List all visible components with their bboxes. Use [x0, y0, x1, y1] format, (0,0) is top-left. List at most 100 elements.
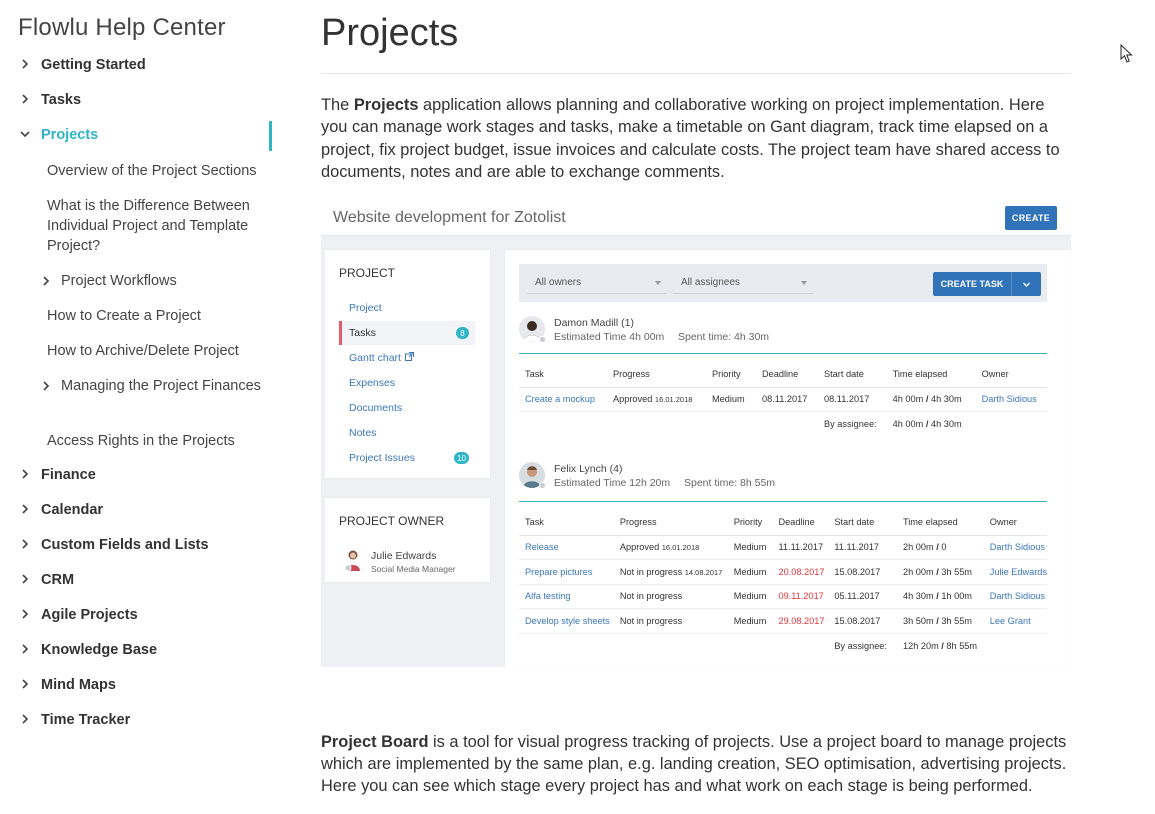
- task-time-elapsed: 4h 30m / 1h 00m: [896, 584, 984, 609]
- task-owner-link[interactable]: Julie Edwards: [983, 559, 1047, 585]
- sidebar-subitem-workflows[interactable]: Project Workflows: [0, 262, 290, 297]
- task-progress: Not in progress: [613, 608, 728, 634]
- sidebar-item-projects[interactable]: Projects: [0, 117, 290, 152]
- sidebar-item-getting-started[interactable]: Getting Started: [0, 47, 290, 82]
- help-center-title[interactable]: Flowlu Help Center: [18, 14, 226, 42]
- sidebar-subitem-label: How to Archive/Delete Project: [47, 343, 239, 359]
- task-owner-link[interactable]: Lee Grant: [983, 608, 1047, 634]
- menu-item-expenses[interactable]: Expenses: [339, 371, 475, 395]
- task-time-elapsed: 3h 50m / 3h 55m: [896, 608, 984, 634]
- sidebar-item-calendar[interactable]: Calendar: [0, 492, 290, 527]
- task-start-date: 08.11.2017: [818, 387, 887, 412]
- sidebar-item-label: CRM: [41, 572, 75, 588]
- menu-item-project[interactable]: Project: [339, 296, 475, 320]
- task-owner-link[interactable]: Darth Sidious: [983, 535, 1047, 560]
- task-priority: Medium: [727, 584, 773, 609]
- menu-item-gantt-chart[interactable]: Gantt chart: [339, 346, 475, 370]
- estimated-time: Estimated Time 12h 20m: [554, 477, 671, 489]
- menu-item-label: Notes: [349, 427, 377, 439]
- task-link[interactable]: Develop style sheets: [519, 608, 614, 634]
- task-link[interactable]: Prepare pictures: [519, 559, 614, 585]
- menu-item-label: Documents: [349, 402, 403, 414]
- task-progress: Not in progress: [613, 584, 728, 609]
- col-deadline: Deadline: [756, 362, 818, 388]
- menu-item-project-issues[interactable]: Project Issues 10: [339, 446, 475, 470]
- projects-screenshot: Website development for Zotolist CREATE …: [321, 198, 1071, 667]
- chevron-right-icon: [40, 379, 52, 397]
- col-time-elapsed: Time elapsed: [896, 510, 984, 536]
- sidebar-item-label: Time Tracker: [41, 712, 131, 728]
- menu-item-tasks[interactable]: Tasks 8: [339, 321, 475, 345]
- assignee-total-time: 4h 00m / 4h 30m: [892, 419, 962, 429]
- elapsed-planned: 3h 55m: [941, 566, 972, 577]
- chevron-right-icon: [19, 468, 31, 480]
- menu-item-label: Project: [349, 302, 382, 314]
- sidebar-nav: Getting Started Tasks Projects Overview …: [0, 47, 290, 737]
- assignees-filter-select[interactable]: All assignees: [673, 272, 813, 294]
- task-owner-link[interactable]: Darth Sidious: [983, 584, 1047, 609]
- col-priority: Priority: [706, 362, 756, 388]
- sidebar-item-label: Mind Maps: [41, 677, 116, 693]
- sidebar-subitem-create-project[interactable]: How to Create a Project: [0, 297, 290, 332]
- task-link[interactable]: Release: [519, 535, 614, 560]
- sidebar-item-tasks[interactable]: Tasks: [0, 82, 290, 117]
- by-assignee-label: By assignee:: [834, 640, 887, 651]
- task-start-date: 11.11.2017: [828, 535, 897, 560]
- elapsed-actual: 2h 00m: [902, 566, 934, 577]
- sidebar-item-mind-maps[interactable]: Mind Maps: [0, 667, 290, 702]
- progress-status: Not in progress: [619, 615, 683, 626]
- intro-text-bold: Projects: [353, 96, 419, 114]
- create-button[interactable]: CREATE: [1005, 206, 1057, 230]
- menu-item-documents[interactable]: Documents: [339, 396, 475, 420]
- sidebar-item-label: Getting Started: [41, 57, 146, 73]
- sidebar-subitem-label: What is the Difference Between Individua…: [47, 198, 250, 254]
- sidebar-item-label: Custom Fields and Lists: [41, 537, 209, 553]
- caret-down-icon: [655, 281, 661, 285]
- elapsed-actual: 2h 00m: [902, 542, 934, 553]
- table-summary-row: By assignee: 4h 00m / 4h 30m: [519, 412, 1047, 437]
- chevron-down-icon[interactable]: [1012, 280, 1041, 289]
- spent-time: Spent time: 8h 55m: [684, 477, 776, 489]
- col-start-date: Start date: [828, 510, 897, 536]
- sidebar-item-finance[interactable]: Finance: [0, 457, 290, 492]
- sidebar-subitem-access-rights[interactable]: Access Rights in the Projects: [0, 422, 290, 457]
- screenshot-project-title: Website development for Zotolist: [333, 209, 566, 226]
- col-start-date: Start date: [818, 362, 887, 388]
- col-progress: Progress: [613, 510, 728, 536]
- sidebar-subitem-finances[interactable]: Managing the Project Finances: [0, 367, 290, 422]
- outro-text-bold: Project Board: [321, 733, 429, 751]
- assignee-total-time: 12h 20m / 8h 55m: [902, 640, 978, 651]
- owner-name[interactable]: Julie Edwards: [371, 550, 436, 562]
- chevron-right-icon: [19, 608, 31, 620]
- sum-planned: 8h 55m: [946, 640, 978, 651]
- menu-item-label: Gantt chart: [349, 352, 401, 364]
- elapsed-planned: 0: [941, 542, 947, 553]
- by-assignee-label: By assignee:: [824, 419, 877, 429]
- owners-filter-select[interactable]: All owners: [527, 272, 667, 294]
- task-link[interactable]: Alfa testing: [519, 584, 614, 609]
- sidebar-subitem-difference[interactable]: What is the Difference Between Individua…: [0, 187, 290, 262]
- sidebar-item-crm[interactable]: CRM: [0, 562, 290, 597]
- sidebar-item-time-tracker[interactable]: Time Tracker: [0, 702, 290, 737]
- project-board-paragraph: Project Board is a tool for visual progr…: [321, 731, 1073, 797]
- progress-date: 16.01.2018: [661, 543, 700, 553]
- progress-date: 14.08.2017: [684, 567, 723, 577]
- menu-item-notes[interactable]: Notes: [339, 421, 475, 445]
- create-task-button[interactable]: CREATE TASK: [933, 272, 1041, 296]
- issues-count-badge: 10: [454, 452, 469, 464]
- col-task: Task: [519, 510, 614, 536]
- task-owner-link[interactable]: Darth Sidious: [975, 387, 1047, 412]
- external-link-icon: [404, 352, 414, 364]
- task-link[interactable]: Create a mockup: [519, 387, 607, 412]
- spent-time: Spent time: 4h 30m: [678, 331, 770, 343]
- sidebar-item-custom-fields[interactable]: Custom Fields and Lists: [0, 527, 290, 562]
- col-deadline: Deadline: [772, 510, 829, 536]
- sidebar-item-agile-projects[interactable]: Agile Projects: [0, 597, 290, 632]
- table-header-row: Task Progress Priority Deadline Start da…: [519, 362, 1047, 388]
- status-dot: [539, 336, 546, 343]
- sidebar-item-label: Projects: [41, 127, 99, 143]
- sidebar-subitem-overview[interactable]: Overview of the Project Sections: [0, 152, 290, 187]
- sidebar-item-knowledge-base[interactable]: Knowledge Base: [0, 632, 290, 667]
- sidebar-subitem-archive-project[interactable]: How to Archive/Delete Project: [0, 332, 290, 367]
- progress-status: Not in progress: [619, 566, 683, 577]
